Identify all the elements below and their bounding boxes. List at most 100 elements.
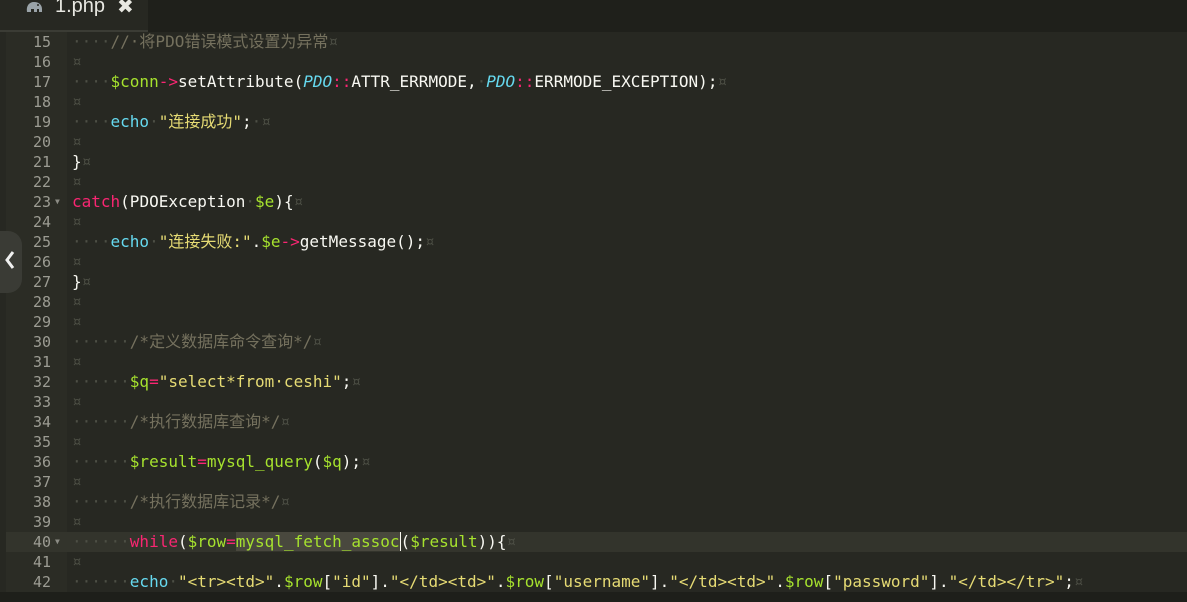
code-text[interactable]: ······while($row=mysql_fetch_assoc($resu…	[72, 532, 516, 552]
code-token: ;	[341, 372, 352, 391]
code-token: "</td></tr>"	[948, 572, 1065, 591]
code-line[interactable]: 38 ······/*执行数据库记录*/¤	[0, 492, 1187, 512]
code-row-background	[67, 432, 1187, 452]
code-token: /*定义数据库命令查询*/	[129, 332, 313, 351]
code-text[interactable]: ····$conn->setAttribute(PDO::ATTR_ERRMOD…	[72, 72, 727, 92]
code-line[interactable]: 27}¤	[0, 272, 1187, 292]
code-text[interactable]: ¤	[72, 292, 82, 312]
code-token: =	[197, 452, 207, 471]
code-token: "<tr><td>"	[177, 572, 275, 591]
line-number: 34	[32, 413, 51, 431]
code-line[interactable]: 23 ▼ catch(PDOException·$e){¤	[0, 192, 1187, 212]
code-line[interactable]: 34 ······/*执行数据库查询*/¤	[0, 412, 1187, 432]
code-text[interactable]: ······/*执行数据库查询*/¤	[72, 412, 290, 432]
code-text[interactable]: ¤	[72, 552, 82, 572]
fold-arrow-icon[interactable]: ▼	[55, 192, 60, 212]
tab-1-php[interactable]: 1.php ✖	[0, 0, 148, 32]
code-text[interactable]: ¤	[72, 212, 82, 232]
code-token: ::	[332, 72, 352, 91]
code-line[interactable]: 20 ¤	[0, 132, 1187, 152]
code-row-background	[67, 292, 1187, 312]
code-token: "id"	[332, 572, 371, 591]
code-line[interactable]: 26 ¤	[0, 252, 1187, 272]
line-number: 16	[32, 53, 51, 71]
code-token: ;	[1064, 572, 1074, 591]
code-token: ······	[72, 532, 130, 551]
code-line[interactable]: 29 ¤	[0, 312, 1187, 332]
code-line[interactable]: 30 ······/*定义数据库命令查询*/¤	[0, 332, 1187, 352]
line-number: 20	[32, 133, 51, 151]
code-text[interactable]: ······/*执行数据库记录*/¤	[72, 492, 290, 512]
code-token: catch	[72, 192, 121, 211]
code-row-background	[67, 272, 1187, 292]
code-text[interactable]: ····//·将PDO错误模式设置为异常¤	[72, 32, 338, 52]
code-line[interactable]: 18 ¤	[0, 92, 1187, 112]
sidebar-toggle-button[interactable]	[0, 231, 22, 293]
code-token: $conn	[110, 72, 159, 91]
code-text[interactable]: ······echo·"<tr><td>".$row["id"]."</td><…	[72, 572, 1084, 592]
code-text[interactable]: ····echo·"连接成功";·¤	[72, 112, 271, 132]
line-number: 41	[32, 553, 51, 571]
fold-arrow-icon[interactable]: ▼	[55, 532, 60, 552]
code-token: "username"	[553, 572, 651, 591]
code-text[interactable]: ¤	[72, 312, 82, 332]
code-line[interactable]: 42 ······echo·"<tr><td>".$row["id"]."</td…	[0, 572, 1187, 592]
code-text[interactable]: ····echo·"连接失败:".$e->getMessage();¤	[72, 232, 435, 252]
code-token: [	[823, 572, 834, 591]
code-row-background	[67, 132, 1187, 152]
code-token: .	[775, 572, 785, 591]
code-text[interactable]: ¤	[72, 432, 82, 452]
code-text[interactable]: }¤	[72, 152, 91, 172]
code-line[interactable]: 40 ▼ ······while($row=mysql_fetch_assoc($r…	[0, 532, 1187, 552]
code-token: }	[72, 152, 82, 171]
code-text[interactable]: ¤	[72, 132, 82, 152]
code-line[interactable]: 17 ····$conn->setAttribute(PDO::ATTR_ERRM…	[0, 72, 1187, 92]
code-line[interactable]: 22 ¤	[0, 172, 1187, 192]
code-text[interactable]: ······/*定义数据库命令查询*/¤	[72, 332, 322, 352]
code-line[interactable]: 15 ····//·将PDO错误模式设置为异常¤	[0, 32, 1187, 52]
code-token: ¤	[351, 372, 362, 391]
code-text[interactable]: }¤	[72, 272, 91, 292]
close-icon[interactable]: ✖	[117, 0, 134, 18]
code-line[interactable]: 16 ¤	[0, 52, 1187, 72]
code-token: mysql_fetch_assoc	[235, 532, 400, 551]
code-line[interactable]: 39 ¤	[0, 512, 1187, 532]
line-number: 39	[32, 513, 51, 531]
code-text[interactable]: catch(PDOException·$e){¤	[72, 192, 303, 212]
code-token: $row	[784, 572, 824, 591]
code-text[interactable]: ¤	[72, 172, 82, 192]
code-text[interactable]: ¤	[72, 352, 82, 372]
code-token: ¤	[72, 552, 82, 571]
code-line[interactable]: 31 ¤	[0, 352, 1187, 372]
code-line[interactable]: 33 ¤	[0, 392, 1187, 412]
code-text[interactable]: ¤	[72, 472, 82, 492]
code-line[interactable]: 36 ······$result=mysql_query($q);¤	[0, 452, 1187, 472]
code-token: ······	[72, 572, 130, 591]
line-number: 40	[32, 533, 51, 551]
code-text[interactable]: ¤	[72, 92, 82, 112]
code-line[interactable]: 24 ¤	[0, 212, 1187, 232]
code-line[interactable]: 21}¤	[0, 152, 1187, 172]
code-line[interactable]: 41 ¤	[0, 552, 1187, 572]
code-text[interactable]: ······$result=mysql_query($q);¤	[72, 452, 371, 472]
code-line[interactable]: 19 ····echo·"连接成功";·¤	[0, 112, 1187, 132]
code-line[interactable]: 35 ¤	[0, 432, 1187, 452]
code-token: .	[495, 572, 506, 591]
code-line[interactable]: 32 ······$q="select*from·ceshi";¤	[0, 372, 1187, 392]
code-line[interactable]: 28 ¤	[0, 292, 1187, 312]
code-token: ERRMODE_EXCEPTION);	[534, 72, 718, 91]
code-token: "</td><td>"	[389, 572, 496, 591]
code-token: .	[274, 572, 284, 591]
code-line[interactable]: 37 ¤	[0, 472, 1187, 492]
code-text[interactable]: ¤	[72, 512, 82, 532]
code-text[interactable]: ······$q="select*from·ceshi";¤	[72, 372, 361, 392]
php-elephant-icon	[26, 2, 42, 12]
code-text[interactable]: ¤	[72, 392, 82, 412]
code-row-background	[67, 312, 1187, 332]
code-line[interactable]: 25 ····echo·"连接失败:".$e->getMessage();¤	[0, 232, 1187, 252]
code-text[interactable]: ¤	[72, 52, 82, 72]
code-text[interactable]: ¤	[72, 252, 82, 272]
code-token: ¤	[81, 152, 92, 171]
code-token: ¤	[717, 72, 728, 91]
code-editor[interactable]: 15 ····//·将PDO错误模式设置为异常¤ 16 ¤ 17 ····$conn->s…	[0, 32, 1187, 592]
